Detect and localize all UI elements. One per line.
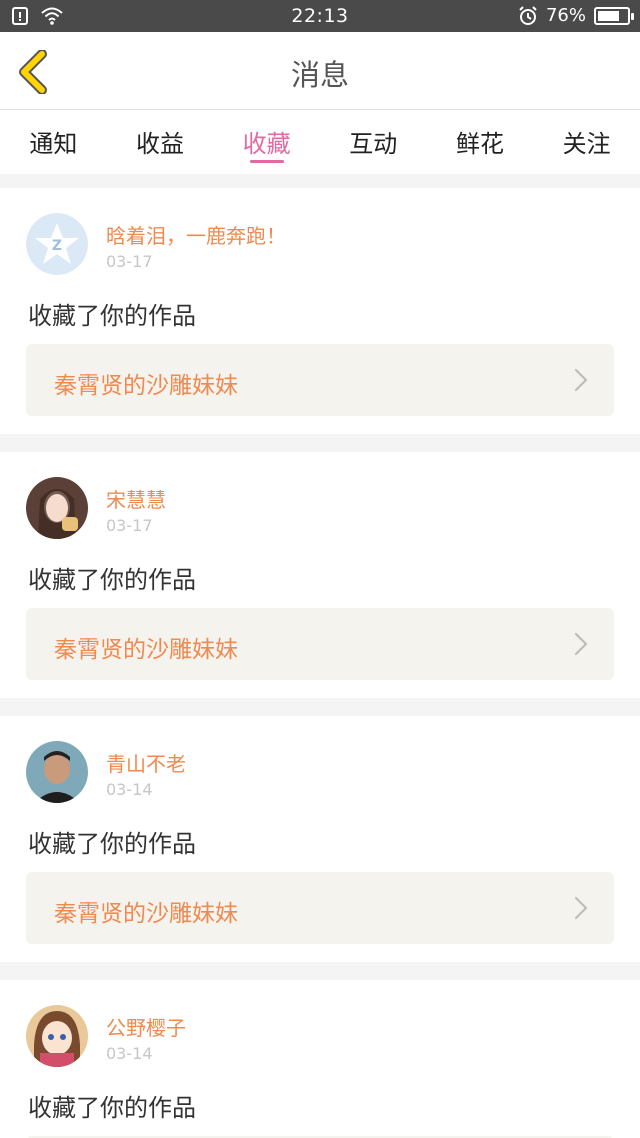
work-title: 秦霄贤的沙雕妹妹 bbox=[54, 373, 238, 399]
chevron-right-icon bbox=[574, 896, 588, 920]
tab-earnings[interactable]: 收益 bbox=[115, 110, 205, 174]
message-card: 青山不老 03-14 收藏了你的作品秦霄贤的沙雕妹妹 bbox=[0, 716, 640, 962]
work-link[interactable]: 秦霄贤的沙雕妹妹 bbox=[26, 344, 614, 416]
tab-follows[interactable]: 关注 bbox=[542, 110, 632, 174]
work-title: 秦霄贤的沙雕妹妹 bbox=[54, 901, 238, 927]
message-card: 宋慧慧 03-17 收藏了你的作品秦霄贤的沙雕妹妹 bbox=[0, 452, 640, 698]
tab-notifications[interactable]: 通知 bbox=[8, 110, 98, 174]
tab-flowers[interactable]: 鲜花 bbox=[435, 110, 525, 174]
user-name[interactable]: 宋慧慧 bbox=[106, 484, 166, 513]
work-title: 秦霄贤的沙雕妹妹 bbox=[54, 637, 238, 663]
work-link[interactable]: 秦霄贤的沙雕妹妹 bbox=[26, 608, 614, 680]
svg-text:Z: Z bbox=[52, 238, 62, 254]
tab-interactions[interactable]: 互动 bbox=[328, 110, 418, 174]
tab-bar: 通知 收益 收藏 互动 鲜花 关注 bbox=[0, 110, 640, 174]
status-bar: 22:13 76% bbox=[0, 0, 640, 32]
message-action-text: 收藏了你的作品 bbox=[28, 302, 196, 330]
page-title: 消息 bbox=[290, 58, 349, 92]
battery-icon bbox=[594, 6, 634, 25]
tab-favorites[interactable]: 收藏 bbox=[222, 110, 312, 174]
battery-percent: 76% bbox=[545, 5, 586, 26]
chevron-right-icon bbox=[574, 632, 588, 656]
status-bar-right: 76% bbox=[518, 5, 634, 26]
user-name[interactable]: 公野樱子 bbox=[106, 1012, 186, 1041]
user-name[interactable]: 晗着泪，一鹿奔跑！ bbox=[106, 220, 286, 249]
alarm-icon bbox=[518, 5, 538, 26]
message-action-text: 收藏了你的作品 bbox=[28, 830, 196, 858]
user-name[interactable]: 青山不老 bbox=[106, 748, 186, 777]
title-bar: 消息 bbox=[0, 32, 640, 110]
work-link[interactable]: 秦霄贤的沙雕妹妹 bbox=[26, 872, 614, 944]
avatar[interactable] bbox=[26, 1005, 88, 1067]
message-action-text: 收藏了你的作品 bbox=[28, 566, 196, 594]
message-card: Z 晗着泪，一鹿奔跑！ 03-17 收藏了你的作品秦霄贤的沙雕妹妹 bbox=[0, 188, 640, 434]
message-date: 03-14 bbox=[106, 1044, 153, 1063]
avatar[interactable] bbox=[26, 741, 88, 803]
message-card: 公野樱子 03-14 收藏了你的作品 bbox=[0, 980, 640, 1138]
message-date: 03-14 bbox=[106, 780, 153, 799]
avatar[interactable] bbox=[26, 477, 88, 539]
message-list: Z 晗着泪，一鹿奔跑！ 03-17 收藏了你的作品 秦霄贤的沙雕妹妹 宋慧慧 03-17 收藏… bbox=[0, 188, 640, 1138]
battery-fill bbox=[598, 10, 620, 21]
message-action-text: 收藏了你的作品 bbox=[28, 1094, 196, 1122]
avatar[interactable]: Z bbox=[26, 213, 88, 275]
message-date: 03-17 bbox=[106, 516, 153, 535]
chevron-right-icon bbox=[574, 368, 588, 392]
message-date: 03-17 bbox=[106, 252, 153, 271]
